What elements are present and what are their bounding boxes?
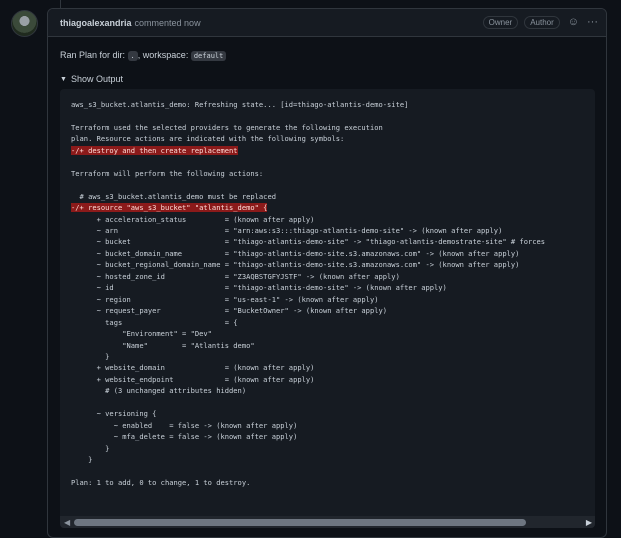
comment-body: Ran Plan for dir: ., workspace: default … bbox=[48, 37, 606, 84]
output-line: ~ bucket_regional_domain_name = "thiago-… bbox=[71, 260, 520, 270]
output-line: ~ versioning { bbox=[71, 409, 157, 419]
output-line: ~ bucket_domain_name = "thiago-atlantis-… bbox=[71, 248, 520, 258]
scroll-left-icon[interactable]: ◀ bbox=[64, 518, 70, 527]
scroll-right-icon[interactable]: ▶ bbox=[586, 518, 592, 527]
output-line: tags = { bbox=[71, 317, 238, 327]
output-line: } bbox=[71, 443, 110, 453]
output-line: ~ arn = "arn:aws:s3:::thiago-atlantis-de… bbox=[71, 225, 503, 235]
output-line: ~ hosted_zone_id = "Z3AQBSTGFYJSTF" -> (… bbox=[71, 271, 400, 281]
output-code-block[interactable]: aws_s3_bucket.atlantis_demo: Refreshing … bbox=[60, 89, 595, 528]
kebab-menu-icon[interactable]: ··· bbox=[587, 17, 598, 28]
output-line: ~ region = "us-east-1" -> (known after a… bbox=[71, 294, 379, 304]
output-line: } bbox=[71, 455, 93, 465]
show-output-label: Show Output bbox=[70, 74, 123, 84]
output-line: aws_s3_bucket.atlantis_demo: Refreshing … bbox=[71, 100, 409, 109]
output-line: } bbox=[71, 351, 110, 361]
output-line: + acceleration_status = (known after app… bbox=[71, 214, 315, 224]
output-text: aws_s3_bucket.atlantis_demo: Refreshing … bbox=[71, 99, 545, 488]
dir-value: . bbox=[127, 51, 138, 61]
workspace-value: default bbox=[190, 51, 227, 61]
output-line: -/+ destroy and then create replacement bbox=[71, 145, 238, 155]
output-line: "Name" = "Atlantis demo" bbox=[71, 340, 255, 350]
comment-box: thiagoalexandria commented now Owner Aut… bbox=[47, 8, 607, 538]
output-line: ~ request_payer = "BucketOwner" -> (know… bbox=[71, 306, 388, 316]
comment-header: thiagoalexandria commented now Owner Aut… bbox=[48, 9, 606, 37]
output-line: plan. Resource actions are indicated wit… bbox=[71, 134, 345, 144]
smiley-icon[interactable]: ☺ bbox=[568, 17, 579, 28]
comma: , bbox=[137, 50, 141, 60]
owner-badge: Owner bbox=[482, 16, 519, 29]
output-line: ~ enabled = false -> (known after apply) bbox=[71, 420, 298, 430]
ran-prefix: Ran Plan for dir: bbox=[60, 50, 126, 60]
triangle-down-icon: ▼ bbox=[60, 75, 67, 83]
output-line: Terraform will perform the following act… bbox=[71, 168, 264, 178]
output-line: ~ id = "thiago-atlantis-demo-site" -> (k… bbox=[71, 283, 447, 293]
author-name[interactable]: thiagoalexandria bbox=[60, 18, 132, 28]
scrollbar-thumb[interactable] bbox=[74, 519, 526, 526]
output-line: -/+ resource "aws_s3_bucket" "atlantis_d… bbox=[71, 203, 268, 213]
output-line: Terraform used the selected providers to… bbox=[71, 122, 383, 132]
avatar[interactable] bbox=[11, 10, 38, 37]
workspace-prefix: workspace: bbox=[142, 50, 189, 60]
comment-timestamp[interactable]: commented now bbox=[135, 18, 201, 28]
output-line: Plan: 1 to add, 0 to change, 1 to destro… bbox=[71, 477, 251, 487]
author-badge: Author bbox=[524, 16, 560, 29]
output-line: ~ mfa_delete = false -> (known after app… bbox=[71, 432, 298, 442]
output-line: "Environment" = "Dev" bbox=[71, 329, 212, 339]
horizontal-scrollbar[interactable]: ◀ ▶ bbox=[60, 516, 595, 528]
output-line: + website_endpoint = (known after apply) bbox=[71, 374, 315, 384]
output-line: + website_domain = (known after apply) bbox=[71, 363, 315, 373]
output-line: # aws_s3_bucket.atlantis_demo must be re… bbox=[71, 191, 276, 201]
ran-plan-line: Ran Plan for dir: ., workspace: default bbox=[60, 50, 594, 61]
output-line: # (3 unchanged attributes hidden) bbox=[71, 386, 247, 396]
output-line: ~ bucket = "thiago-atlantis-demo-site" -… bbox=[71, 237, 546, 247]
show-output-toggle[interactable]: ▼ Show Output bbox=[60, 74, 594, 84]
